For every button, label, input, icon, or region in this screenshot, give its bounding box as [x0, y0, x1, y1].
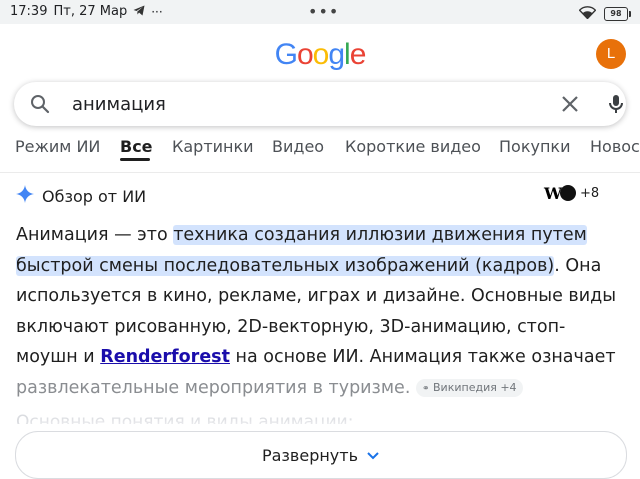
clear-search-icon[interactable]: [560, 94, 580, 114]
telegram-icon: [133, 5, 145, 19]
tab-all[interactable]: Все: [120, 137, 153, 156]
link-icon: ⚭: [421, 383, 430, 394]
tabs-divider: [0, 172, 640, 173]
account-avatar[interactable]: L: [596, 39, 626, 69]
sources-more-count: +8: [580, 185, 600, 201]
window-menu-dots-icon[interactable]: •••: [308, 2, 339, 21]
battery-icon: 98: [604, 6, 631, 21]
active-tab-indicator: [120, 158, 150, 161]
source-favicon-icon: [560, 185, 576, 201]
logo-letter: o: [312, 38, 330, 71]
status-date: Пт, 27 Мар: [53, 4, 128, 19]
logo-letter: g: [328, 38, 345, 71]
next-section-heading: Основные понятия и виды анимации:: [16, 412, 354, 424]
tab-short-videos[interactable]: Короткие видео: [345, 137, 481, 156]
search-box: [14, 82, 626, 126]
ai-overview-answer: Анимация — это техника создания иллюзии …: [16, 220, 626, 403]
expand-button[interactable]: Развернуть: [15, 431, 627, 479]
wifi-icon: [578, 4, 597, 23]
ai-sources[interactable]: W +8: [544, 184, 600, 203]
logo-letter: o: [296, 38, 314, 71]
logo-letter: G: [274, 38, 298, 71]
citation-label: Википедия +4: [433, 380, 517, 394]
answer-after-link: на основе ИИ. Анимация также означает: [229, 347, 616, 367]
answer-highlight: быстрой смены последовательных изображен…: [16, 255, 555, 276]
tab-news[interactable]: Новост: [590, 137, 640, 156]
chevron-down-icon: [366, 446, 380, 465]
renderforest-link[interactable]: Renderforest: [100, 347, 230, 367]
answer-faded-text: развлекательные мероприятия в туризме.: [16, 377, 411, 398]
answer-highlight: техника создания иллюзии движения путем: [173, 225, 587, 245]
tab-shopping[interactable]: Покупки: [499, 137, 570, 156]
tab-videos[interactable]: Видео: [272, 137, 324, 156]
tab-ai-mode[interactable]: Режим ИИ: [15, 137, 100, 156]
expand-label: Развернуть: [261, 445, 359, 465]
ai-overview-header: Обзор от ИИ: [16, 184, 146, 208]
search-icon[interactable]: [30, 94, 50, 114]
status-left: 17:39 Пт, 27 Мар ···: [10, 4, 163, 19]
status-bar: 17:39 Пт, 27 Мар ··· ••• 98: [0, 0, 640, 24]
search-input[interactable]: [72, 91, 532, 117]
ai-overview-title: Обзор от ИИ: [42, 186, 147, 206]
status-time: 17:39: [10, 4, 48, 19]
microphone-icon[interactable]: [604, 92, 628, 116]
status-right: 98: [578, 4, 631, 23]
google-logo[interactable]: Google: [0, 38, 640, 72]
logo-letter: e: [349, 38, 367, 71]
citation-chip[interactable]: ⚭ Википедия +4: [415, 378, 523, 397]
answer-intro: Анимация — это: [16, 225, 174, 245]
ai-sparkle-icon: [16, 185, 34, 207]
tab-images[interactable]: Картинки: [172, 137, 254, 156]
notification-more-icon: ···: [151, 4, 163, 19]
